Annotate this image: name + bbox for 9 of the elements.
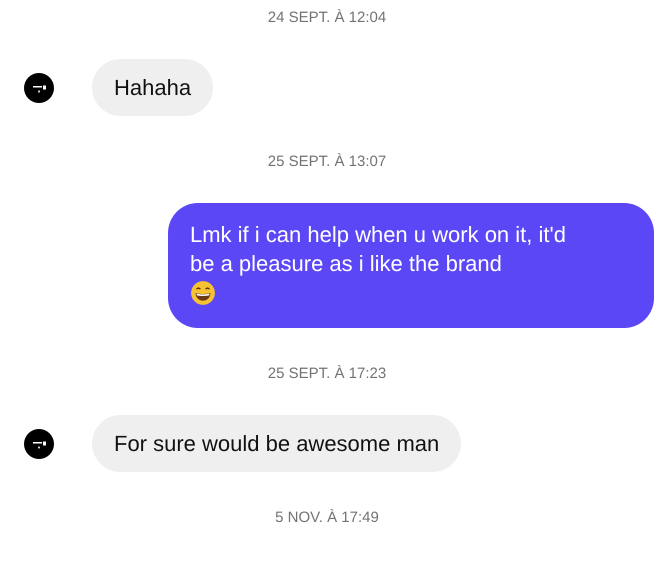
message-timestamp: 24 SEPT. À 12:04 (266, 8, 388, 28)
message-timestamp: 25 SEPT. À 13:07 (266, 152, 388, 172)
avatar-icon[interactable] (24, 72, 54, 102)
message-bubble: Hahaha (92, 59, 214, 116)
message-timestamp: 25 SEPT. À 17:23 (266, 364, 388, 384)
avatar-icon[interactable] (24, 428, 54, 458)
message-bubble: For sure would be awesome man (92, 415, 462, 472)
message-bubble: Lmk if i can help when u work on it, it'd be a pleasure as i like the brand (168, 203, 654, 328)
message-timestamp: 5 NOV. À 17:49 (274, 508, 380, 528)
